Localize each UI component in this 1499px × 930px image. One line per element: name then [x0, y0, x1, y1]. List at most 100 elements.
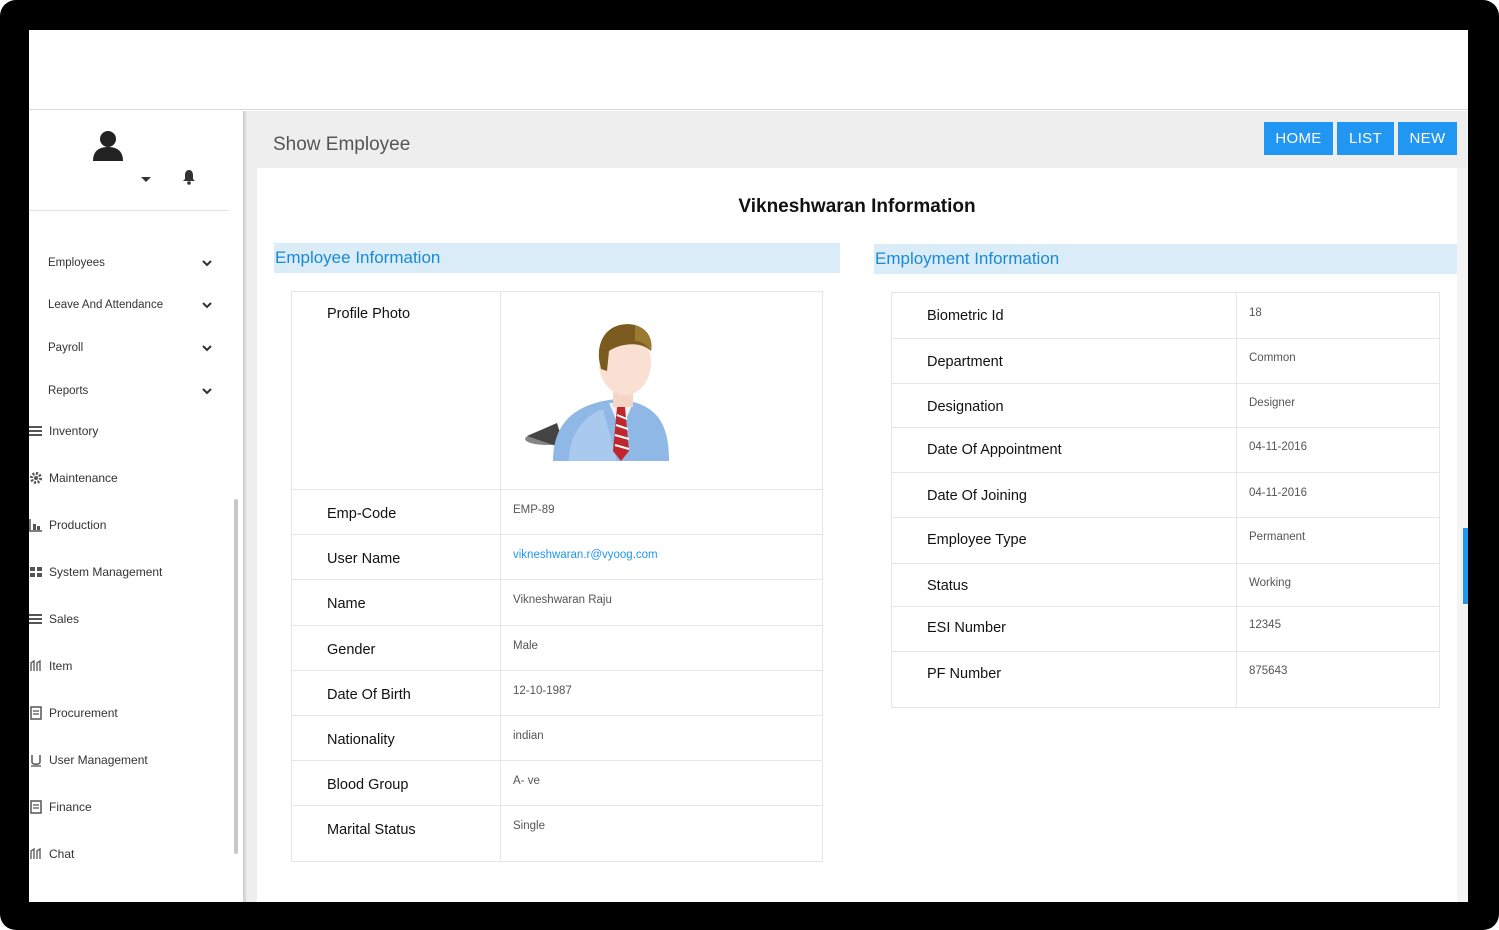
table-row: Name Vikneshwaran Raju [291, 579, 823, 626]
chart-icon [29, 519, 42, 532]
table-row: Marital Status Single [291, 805, 823, 862]
esi-number-value: 12345 [1249, 619, 1281, 631]
sidebar-item-production[interactable]: Production [29, 510, 229, 540]
pf-number-value: 875643 [1249, 665, 1288, 677]
sidebar-item-label: User Management [49, 753, 148, 767]
sidebar-item-label: Employees [48, 257, 105, 269]
device-frame: Employees Leave And Attendance Payroll R… [0, 0, 1499, 930]
top-bar [29, 30, 1468, 110]
chevron-down-icon [202, 302, 212, 309]
gender-value: Male [513, 640, 538, 652]
sidebar: Employees Leave And Attendance Payroll R… [29, 111, 243, 902]
profile-area [29, 111, 229, 211]
marital-status-label: Marital Status [327, 822, 416, 838]
table-row: Emp-Code EMP-89 [291, 489, 823, 535]
profile-photo-cell [500, 291, 823, 490]
pf-number-label: PF Number [927, 666, 1002, 682]
department-label: Department [927, 354, 1003, 370]
status-label: Status [927, 578, 969, 594]
user-icon[interactable] [91, 129, 125, 163]
document-icon [30, 800, 42, 814]
designation-label: Designation [927, 399, 1004, 415]
employee-type-value: Permanent [1249, 531, 1306, 543]
emp-code-label: Emp-Code [327, 506, 397, 522]
table-row: Employee Type Permanent [891, 517, 1440, 564]
sidebar-item-label: Production [49, 518, 107, 532]
sidebar-item-label: Reports [48, 385, 89, 397]
blood-group-label: Blood Group [327, 777, 409, 793]
user-menu-caret-icon[interactable] [141, 177, 151, 182]
table-row: Nationality indian [291, 715, 823, 761]
main-scrollbar-thumb[interactable] [1463, 528, 1468, 604]
sidebar-item-payroll[interactable]: Payroll [29, 333, 229, 363]
sidebar-item-chat[interactable]: Chat [29, 839, 229, 869]
info-heading: Vikneshwaran Information [738, 196, 976, 217]
sidebar-item-label: Maintenance [49, 471, 118, 485]
chevron-down-icon [202, 388, 212, 395]
sidebar-item-reports[interactable]: Reports [29, 376, 229, 406]
name-value: Vikneshwaran Raju [513, 594, 612, 606]
status-value: Working [1249, 577, 1291, 589]
employee-info-header: Employee Information [274, 243, 840, 273]
sidebar-item-employees[interactable]: Employees [29, 248, 229, 278]
table-row: ESI Number 12345 [891, 606, 1440, 652]
date-of-appointment-label: Date Of Appointment [927, 442, 1062, 458]
table-row: Designation Designer [891, 383, 1440, 428]
sidebar-item-maintenance[interactable]: Maintenance [29, 463, 229, 493]
table-row: Date Of Birth 12-10-1987 [291, 670, 823, 716]
sidebar-item-user-management[interactable]: User Management [29, 745, 229, 775]
profile-photo-image[interactable] [517, 311, 677, 461]
chevron-down-icon [202, 345, 212, 352]
table-row: Date Of Appointment 04-11-2016 [891, 427, 1440, 473]
esi-number-label: ESI Number [927, 620, 1006, 636]
department-value: Common [1249, 352, 1296, 364]
tag-icon [30, 847, 41, 859]
biometric-id-value: 18 [1249, 307, 1262, 319]
stack-icon [29, 426, 42, 436]
user-name-link[interactable]: vikneshwaran.r@vyoog.com [513, 549, 822, 561]
employee-type-label: Employee Type [927, 532, 1027, 548]
sidebar-item-item[interactable]: Item [29, 651, 229, 681]
gear-icon [30, 472, 42, 484]
sidebar-item-leave-and-attendance[interactable]: Leave And Attendance [29, 290, 229, 320]
new-button[interactable]: NEW [1398, 122, 1457, 155]
date-of-birth-label: Date Of Birth [327, 687, 411, 703]
date-of-appointment-value: 04-11-2016 [1249, 441, 1307, 453]
sidebar-item-label: Payroll [48, 342, 84, 354]
nationality-label: Nationality [327, 732, 395, 748]
sidebar-item-label: Inventory [49, 424, 99, 438]
sidebar-item-label: Leave And Attendance [48, 299, 164, 311]
date-of-joining-label: Date Of Joining [927, 488, 1027, 504]
user-name-label: User Name [327, 551, 401, 567]
table-row: PF Number 875643 [891, 651, 1440, 708]
sidebar-item-inventory[interactable]: Inventory [29, 416, 229, 446]
sidebar-item-finance[interactable]: Finance [29, 792, 229, 822]
gender-label: Gender [327, 642, 376, 658]
sidebar-item-label: Chat [49, 847, 75, 861]
sidebar-scrollbar[interactable] [234, 499, 238, 854]
table-row: Gender Male [291, 625, 823, 671]
tag-icon [30, 659, 41, 671]
date-of-joining-value: 04-11-2016 [1249, 487, 1307, 499]
blood-group-value: A- ve [513, 775, 540, 787]
table-row: Status Working [891, 563, 1440, 607]
sidebar-item-label: Item [49, 659, 73, 673]
user-u-icon [31, 755, 41, 767]
sidebar-item-label: Procurement [49, 706, 118, 720]
app-screen: Employees Leave And Attendance Payroll R… [29, 30, 1468, 902]
table-row: Biometric Id 18 [891, 292, 1440, 339]
sidebar-item-label: Sales [49, 612, 80, 626]
grid-icon [30, 567, 42, 577]
page-title: Show Employee [273, 134, 411, 155]
bell-icon[interactable] [182, 169, 196, 185]
stack-icon [29, 614, 42, 624]
home-button[interactable]: HOME [1264, 122, 1333, 155]
sidebar-item-system-management[interactable]: System Management [29, 557, 229, 587]
sidebar-item-sales[interactable]: Sales [29, 604, 229, 634]
list-button[interactable]: LIST [1337, 122, 1394, 155]
sidebar-item-procurement[interactable]: Procurement [29, 698, 229, 728]
date-of-birth-value: 12-10-1987 [513, 685, 572, 697]
table-row: Blood Group A- ve [291, 760, 823, 806]
table-row: Department Common [891, 338, 1440, 384]
table-row: User Name vikneshwaran.r@vyoog.com [291, 534, 823, 580]
